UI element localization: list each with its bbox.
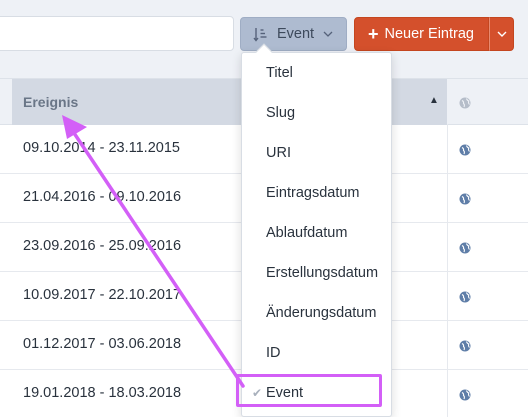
event-date-range: 10.09.2017 - 22.10.2017 bbox=[23, 287, 182, 303]
sort-button[interactable]: Event bbox=[240, 17, 347, 51]
sort-button-label: Event bbox=[277, 26, 315, 42]
event-date-range: 19.01.2018 - 18.03.2018 bbox=[23, 385, 182, 401]
sort-ascending-icon: ▲ bbox=[429, 95, 439, 106]
sort-option-label: Änderungsdatum bbox=[266, 305, 377, 321]
sort-option-aenderungsdatum[interactable]: Änderungsdatum bbox=[242, 293, 391, 333]
sort-option-uri[interactable]: URI bbox=[242, 133, 391, 173]
sort-option-id[interactable]: ID bbox=[242, 333, 391, 373]
sort-option-label: ID bbox=[266, 345, 281, 361]
sort-dropdown-menu: Titel Slug URI Eintragsdatum Ablaufdatum… bbox=[241, 43, 392, 417]
sort-option-erstellungsdatum[interactable]: Erstellungsdatum bbox=[242, 253, 391, 293]
event-date-range: 09.10.2014 - 23.11.2015 bbox=[23, 140, 180, 156]
sort-option-ablaufdatum[interactable]: Ablaufdatum bbox=[242, 213, 391, 253]
sort-option-label: URI bbox=[266, 145, 291, 161]
chevron-down-icon bbox=[323, 31, 333, 37]
sort-option-slug[interactable]: Slug bbox=[242, 93, 391, 133]
sort-option-label: Eintragsdatum bbox=[266, 185, 360, 201]
sort-option-titel[interactable]: Titel bbox=[242, 53, 391, 93]
globe-icon[interactable] bbox=[459, 388, 471, 406]
sort-option-label: Erstellungsdatum bbox=[266, 265, 379, 281]
sort-option-label: Ablaufdatum bbox=[266, 225, 348, 241]
globe-icon[interactable] bbox=[459, 192, 471, 210]
sort-option-label: Titel bbox=[266, 65, 293, 81]
plus-icon: + bbox=[368, 24, 379, 44]
globe-icon[interactable] bbox=[459, 241, 471, 259]
globe-icon[interactable] bbox=[459, 290, 471, 308]
new-entry-button[interactable]: + Neuer Eintrag bbox=[354, 17, 489, 51]
sort-option-eintragsdatum[interactable]: Eintragsdatum bbox=[242, 173, 391, 213]
new-entry-button-label: Neuer Eintrag bbox=[384, 26, 474, 42]
search-input[interactable] bbox=[0, 16, 234, 51]
globe-icon bbox=[459, 96, 471, 114]
sort-option-label: Slug bbox=[266, 105, 296, 121]
globe-icon[interactable] bbox=[459, 339, 471, 357]
new-entry-options-button[interactable] bbox=[489, 17, 514, 51]
event-date-range: 01.12.2017 - 03.06.2018 bbox=[23, 336, 182, 352]
globe-icon[interactable] bbox=[459, 143, 471, 161]
sort-order-icon bbox=[253, 27, 268, 42]
event-date-range: 21.04.2016 - 09.10.2016 bbox=[23, 189, 182, 205]
chevron-down-icon bbox=[497, 31, 507, 37]
column-header-label: Ereignis bbox=[23, 94, 79, 110]
event-date-range: 23.09.2016 - 25.09.2016 bbox=[23, 238, 182, 254]
annotation-highlight-box bbox=[236, 374, 382, 407]
